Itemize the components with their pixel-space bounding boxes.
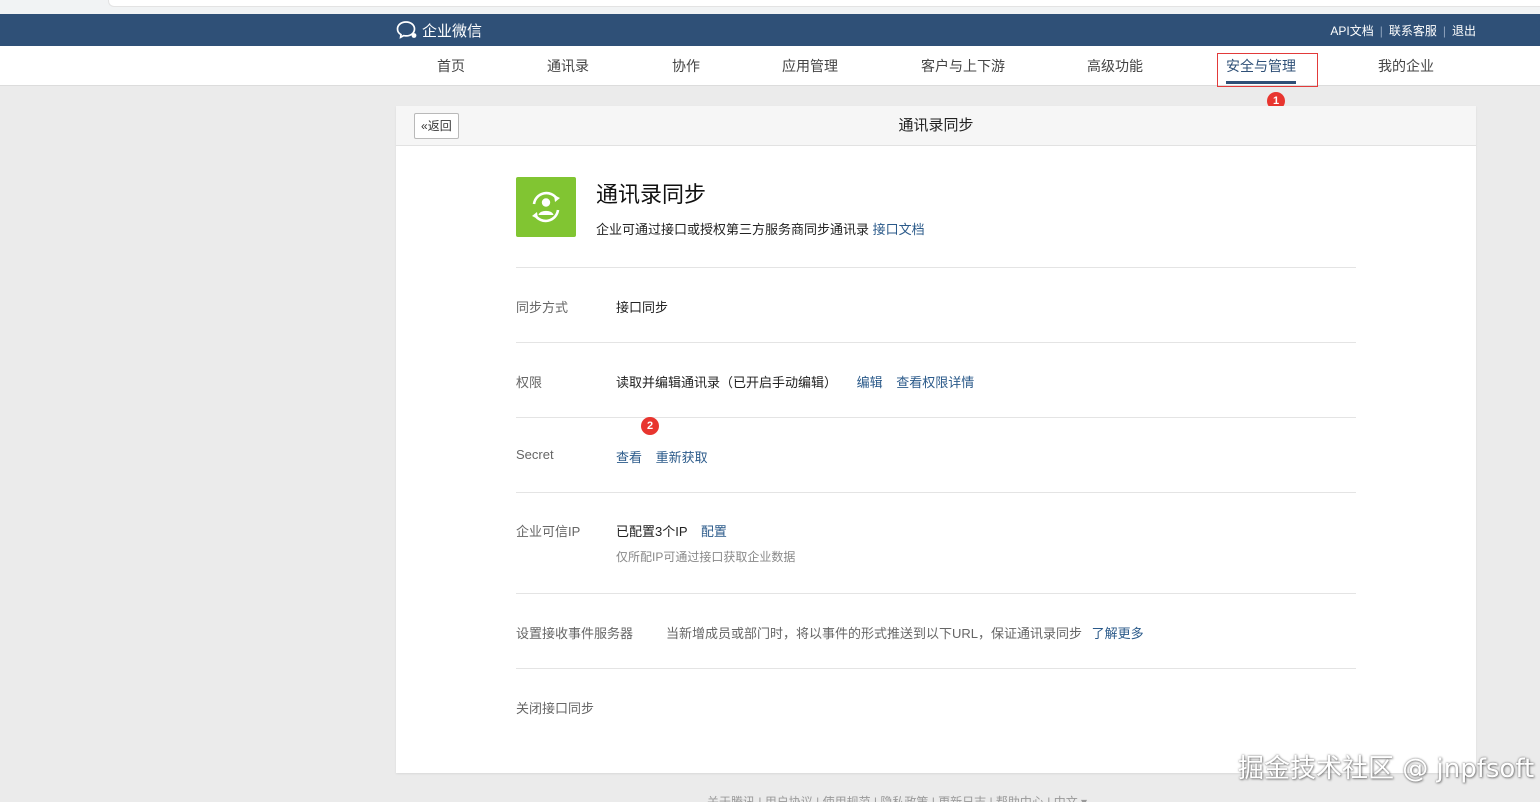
trusted-ip-hint: 仅所配IP可通过接口获取企业数据 [616, 550, 796, 564]
event-server-link[interactable]: 设置接收事件服务器 [516, 623, 633, 642]
nav-contacts[interactable]: 通讯录 [547, 46, 589, 86]
nav-advanced[interactable]: 高级功能 [1087, 46, 1143, 86]
wecom-logo-icon [396, 21, 417, 39]
sync-method-row: 同步方式 接口同步 [516, 267, 1356, 342]
event-server-desc-group: 当新增成员或部门时，将以事件的形式推送到以下URL，保证通讯录同步 了解更多 [666, 623, 1144, 642]
trusted-ip-row: 企业可信IP 已配置3个IP 配置 仅所配IP可通过接口获取企业数据 [516, 492, 1356, 593]
app-name: 通讯录同步 [596, 182, 707, 207]
annotation-marker-2: 2 [641, 417, 659, 435]
learn-more-link[interactable]: 了解更多 [1092, 626, 1144, 641]
nav-security-management[interactable]: 安全与管理 [1226, 46, 1296, 86]
separator: | [1442, 23, 1446, 38]
permission-row: 权限 读取并编辑通讯录（已开启手动编辑） 编辑 查看权限详情 [516, 342, 1356, 417]
permission-edit-link[interactable]: 编辑 [857, 375, 883, 390]
trusted-ip-label: 企业可信IP [516, 524, 581, 539]
sync-method-label: 同步方式 [516, 300, 569, 315]
nav-collaboration[interactable]: 协作 [672, 46, 700, 86]
page-title: 通讯录同步 [898, 117, 974, 134]
brand-logo[interactable]: 企业微信 [396, 20, 482, 40]
watermark: 掘金技术社区 @ jnpfsoft [1238, 754, 1535, 784]
permission-value-group: 读取并编辑通讯录（已开启手动编辑） 编辑 查看权限详情 [616, 372, 974, 391]
footer-links[interactable]: 关于腾讯 | 用户协议 | 使用规范 | 隐私政策 | 更新日志 | 帮助中心 … [707, 793, 1087, 802]
trusted-ip-config-link[interactable]: 配置 [701, 524, 727, 539]
trusted-ip-value-group: 已配置3个IP 配置 [616, 521, 727, 540]
api-doc-link[interactable]: 接口文档 [873, 222, 925, 237]
main-nav: 首页 通讯录 协作 应用管理 客户与上下游 高级功能 安全与管理 我的企业 [0, 46, 1540, 86]
nav-customers[interactable]: 客户与上下游 [921, 46, 1005, 86]
card-header: «返回 通讯录同步 [396, 106, 1476, 146]
sync-card: «返回 通讯录同步 通讯录同步 企业可通过接口或授权第三方服务商同步通讯录 接口… [396, 106, 1476, 773]
sync-method-value: 接口同步 [616, 300, 669, 315]
permission-label: 权限 [516, 375, 543, 390]
trusted-ip-value: 已配置3个IP [616, 524, 688, 539]
close-api-sync-link[interactable]: 关闭接口同步 [516, 698, 594, 717]
logout-link[interactable]: 退出 [1452, 22, 1476, 39]
top-links: API文档 | 联系客服 | 退出 [1330, 22, 1476, 39]
browser-chrome-strip [0, 0, 1540, 14]
top-bar: 企业微信 API文档 | 联系客服 | 退出 [0, 14, 1540, 46]
secret-view-link[interactable]: 查看 [616, 450, 642, 465]
secret-label: Secret [516, 447, 554, 462]
nav-app-management[interactable]: 应用管理 [782, 46, 838, 86]
secret-refresh-link[interactable]: 重新获取 [656, 450, 708, 465]
secret-actions: 查看 重新获取 [616, 447, 708, 466]
separator: | [1379, 23, 1383, 38]
nav-my-enterprise[interactable]: 我的企业 [1378, 46, 1434, 86]
close-sync-row: 关闭接口同步 [516, 668, 1356, 743]
permission-value: 读取并编辑通讯录（已开启手动编辑） [616, 375, 838, 390]
app-description: 企业可通过接口或授权第三方服务商同步通讯录 接口文档 [596, 219, 925, 238]
browser-address-bar[interactable] [108, 0, 1540, 7]
api-docs-link[interactable]: API文档 [1330, 22, 1373, 39]
event-server-row: 设置接收事件服务器 当新增成员或部门时，将以事件的形式推送到以下URL，保证通讯… [516, 593, 1356, 668]
nav-home[interactable]: 首页 [437, 46, 465, 86]
brand-name: 企业微信 [422, 22, 483, 40]
event-server-description: 当新增成员或部门时，将以事件的形式推送到以下URL，保证通讯录同步 [666, 626, 1083, 641]
app-description-text: 企业可通过接口或授权第三方服务商同步通讯录 [596, 222, 870, 237]
contact-support-link[interactable]: 联系客服 [1389, 22, 1437, 39]
contact-sync-icon [516, 177, 576, 237]
permission-details-link[interactable]: 查看权限详情 [896, 375, 974, 390]
